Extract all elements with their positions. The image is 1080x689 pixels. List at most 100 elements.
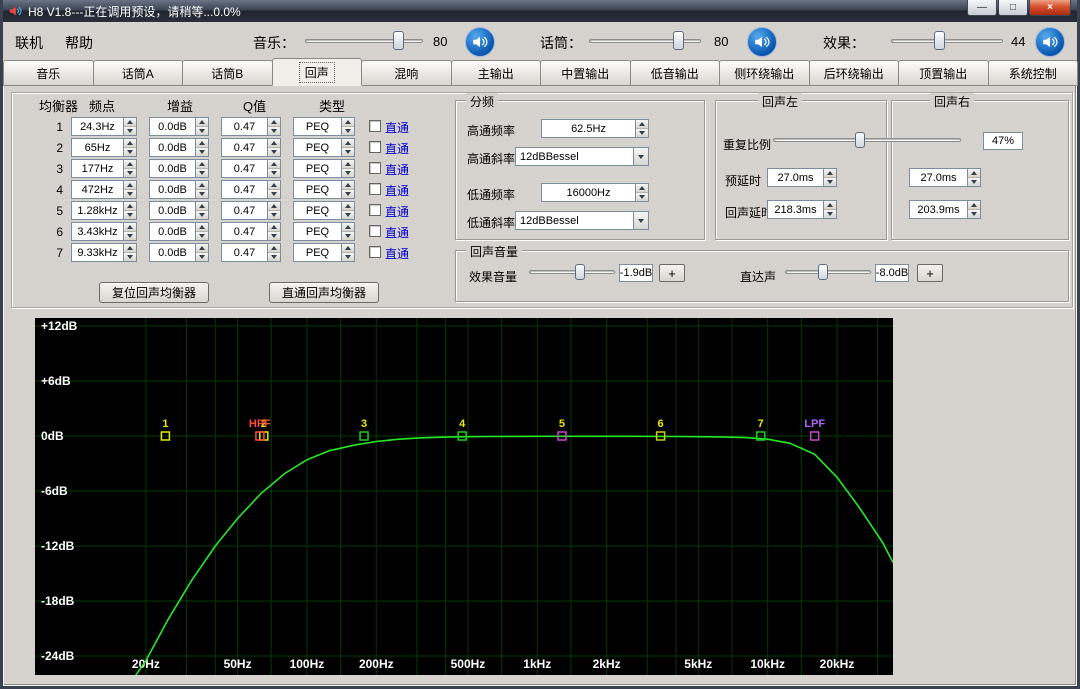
tab-话筒B[interactable]: 话筒B: [182, 60, 273, 86]
eq-freq-spinner-3[interactable]: 177Hz: [71, 159, 137, 178]
spin-up-icon[interactable]: [268, 118, 280, 126]
spin-up-icon[interactable]: [268, 202, 280, 210]
spin-up-icon[interactable]: [342, 118, 354, 126]
spinner-buttons[interactable]: [195, 139, 208, 156]
spinner-buttons[interactable]: [267, 244, 280, 261]
eq-q-spinner-2[interactable]: 0.47: [221, 138, 281, 157]
eq-type-spinner-7[interactable]: PEQ: [293, 243, 355, 262]
eq-bypass-checkbox-4[interactable]: [369, 183, 381, 195]
hp-slope-combobox[interactable]: 12dBBessel: [515, 147, 649, 166]
eq-q-spinner-4[interactable]: 0.47: [221, 180, 281, 199]
spin-up-icon[interactable]: [342, 223, 354, 231]
spin-down-icon[interactable]: [268, 147, 280, 156]
spinner-buttons[interactable]: [267, 160, 280, 177]
tab-低音输出[interactable]: 低音输出: [629, 60, 720, 86]
eq-type-spinner-5[interactable]: PEQ: [293, 201, 355, 220]
spinner-buttons[interactable]: [341, 139, 354, 156]
spin-down-icon[interactable]: [196, 231, 208, 240]
direct-sound-plus-button[interactable]: +: [917, 264, 943, 282]
eq-q-spinner-6[interactable]: 0.47: [221, 222, 281, 241]
eq-freq-spinner-5-value[interactable]: 1.28kHz: [72, 202, 123, 219]
spin-up-icon[interactable]: [196, 139, 208, 147]
effect-level-plus-button[interactable]: +: [659, 264, 685, 282]
spin-up-icon[interactable]: [342, 244, 354, 252]
spinner-buttons[interactable]: [823, 169, 836, 186]
spin-up-icon[interactable]: [342, 202, 354, 210]
spin-down-icon[interactable]: [196, 168, 208, 177]
eq-type-spinner-3[interactable]: PEQ: [293, 159, 355, 178]
eq-type-spinner-7-value[interactable]: PEQ: [294, 244, 341, 261]
spin-up-icon[interactable]: [268, 244, 280, 252]
eq-gain-spinner-7-value[interactable]: 0.0dB: [150, 244, 195, 261]
spin-up-icon[interactable]: [196, 223, 208, 231]
echo-right-predelay-spinner[interactable]: 27.0ms: [909, 168, 981, 187]
eq-gain-spinner-4[interactable]: 0.0dB: [149, 180, 209, 199]
eq-type-spinner-4[interactable]: PEQ: [293, 180, 355, 199]
eq-type-spinner-5-value[interactable]: PEQ: [294, 202, 341, 219]
spin-up-icon[interactable]: [268, 139, 280, 147]
eq-type-spinner-3-value[interactable]: PEQ: [294, 160, 341, 177]
tab-话筒A[interactable]: 话筒A: [92, 60, 183, 86]
direct-sound-slider[interactable]: [785, 262, 871, 282]
eq-freq-spinner-4-value[interactable]: 472Hz: [72, 181, 123, 198]
eq-freq-spinner-1[interactable]: 24.3Hz: [71, 117, 137, 136]
spinner-buttons[interactable]: [123, 181, 136, 198]
dropdown-arrow-icon[interactable]: [633, 212, 648, 229]
spin-up-icon[interactable]: [636, 120, 648, 128]
spinner-buttons[interactable]: [267, 139, 280, 156]
eq-type-spinner-6[interactable]: PEQ: [293, 222, 355, 241]
spinner-buttons[interactable]: [341, 160, 354, 177]
spin-up-icon[interactable]: [124, 118, 136, 126]
spin-up-icon[interactable]: [342, 139, 354, 147]
slider-track[interactable]: [529, 270, 615, 274]
spinner-buttons[interactable]: [195, 223, 208, 240]
eq-bypass-checkbox-3[interactable]: [369, 162, 381, 174]
eq-freq-spinner-7-value[interactable]: 9.33kHz: [72, 244, 123, 261]
tab-回声[interactable]: 回声: [271, 58, 362, 86]
eq-gain-spinner-1-value[interactable]: 0.0dB: [150, 118, 195, 135]
lp-freq-spinner[interactable]: 16000Hz: [541, 183, 649, 202]
spin-up-icon[interactable]: [124, 160, 136, 168]
spin-up-icon[interactable]: [342, 160, 354, 168]
eq-freq-spinner-2[interactable]: 65Hz: [71, 138, 137, 157]
spinner-buttons[interactable]: [195, 160, 208, 177]
spin-up-icon[interactable]: [196, 202, 208, 210]
eq-freq-spinner-2-value[interactable]: 65Hz: [72, 139, 123, 156]
tab-中置输出[interactable]: 中置输出: [540, 60, 631, 86]
minimize-button[interactable]: —: [967, 0, 997, 16]
spinner-buttons[interactable]: [123, 160, 136, 177]
echo-right-delay-spinner[interactable]: 203.9ms: [909, 200, 981, 219]
eq-q-spinner-6-value[interactable]: 0.47: [222, 223, 267, 240]
spinner-buttons[interactable]: [967, 201, 980, 218]
eq-type-spinner-2-value[interactable]: PEQ: [294, 139, 341, 156]
spin-down-icon[interactable]: [268, 210, 280, 219]
slider-thumb[interactable]: [574, 264, 585, 280]
spin-down-icon[interactable]: [268, 168, 280, 177]
spin-up-icon[interactable]: [824, 169, 836, 177]
spinner-buttons[interactable]: [123, 139, 136, 156]
spinner-buttons[interactable]: [635, 120, 648, 137]
spin-down-icon[interactable]: [124, 252, 136, 261]
eq-q-spinner-4-value[interactable]: 0.47: [222, 181, 267, 198]
spin-down-icon[interactable]: [636, 128, 648, 137]
spinner-buttons[interactable]: [195, 118, 208, 135]
eq-freq-spinner-3-value[interactable]: 177Hz: [72, 160, 123, 177]
hp-freq-spinner[interactable]: 62.5Hz: [541, 119, 649, 138]
eq-q-spinner-5[interactable]: 0.47: [221, 201, 281, 220]
slider-track[interactable]: [773, 138, 961, 142]
spin-down-icon[interactable]: [968, 209, 980, 218]
eq-type-spinner-6-value[interactable]: PEQ: [294, 223, 341, 240]
spin-up-icon[interactable]: [268, 181, 280, 189]
eq-gain-spinner-4-value[interactable]: 0.0dB: [150, 181, 195, 198]
eq-bypass-checkbox-1[interactable]: [369, 120, 381, 132]
spinner-buttons[interactable]: [267, 181, 280, 198]
spin-down-icon[interactable]: [196, 210, 208, 219]
spin-down-icon[interactable]: [268, 252, 280, 261]
spinner-buttons[interactable]: [341, 118, 354, 135]
spinner-buttons[interactable]: [123, 223, 136, 240]
spin-down-icon[interactable]: [268, 189, 280, 198]
spin-up-icon[interactable]: [196, 181, 208, 189]
eq-gain-spinner-2[interactable]: 0.0dB: [149, 138, 209, 157]
spin-down-icon[interactable]: [636, 192, 648, 201]
eq-bypass-checkbox-7[interactable]: [369, 246, 381, 258]
